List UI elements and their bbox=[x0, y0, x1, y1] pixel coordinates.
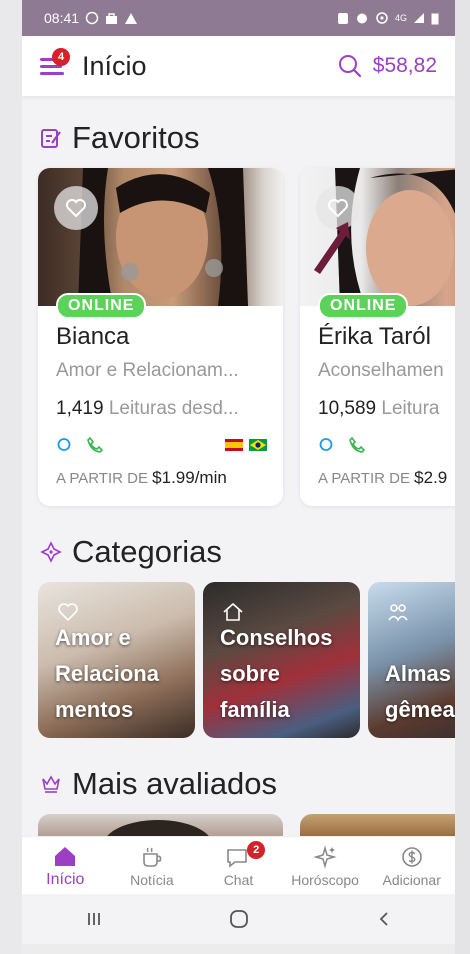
brazil-flag-icon bbox=[249, 439, 267, 451]
advisor-services bbox=[318, 436, 455, 454]
shopping-bag-icon bbox=[106, 12, 118, 24]
battery-icon bbox=[431, 13, 439, 24]
advisor-price: A PARTIR DE $1.99/min bbox=[56, 468, 227, 488]
menu-notification-badge: 4 bbox=[52, 48, 70, 66]
category-label-line: família bbox=[220, 697, 290, 722]
category-label-line: sobre bbox=[220, 661, 280, 686]
background-left bbox=[0, 0, 22, 954]
wallet-balance[interactable]: $58,82 bbox=[373, 54, 437, 78]
app-screen: 08:41 4G 4 Início $58,82 Favoritos ONLIN… bbox=[22, 0, 455, 944]
categories-title: Categorias bbox=[72, 534, 222, 569]
status-time: 08:41 bbox=[44, 10, 80, 26]
nav-label: Chat bbox=[223, 871, 254, 888]
advisor-services bbox=[56, 436, 267, 454]
advisor-price: A PARTIR DE $2.9 bbox=[318, 468, 447, 488]
heart-icon bbox=[66, 199, 86, 218]
advisor-name: Érika Taról bbox=[318, 323, 431, 350]
online-badge: ONLINE bbox=[56, 293, 147, 319]
nav-chat[interactable]: 2 Chat bbox=[195, 837, 282, 894]
back-chevron-icon[interactable] bbox=[376, 910, 392, 928]
category-label-line: Conselhos bbox=[220, 625, 333, 650]
price-prefix: A PARTIR DE bbox=[56, 470, 148, 487]
favorites-carousel[interactable]: ONLINE Bianca Amor e Relacionam... 1,419… bbox=[38, 168, 455, 508]
edit-note-icon bbox=[41, 129, 61, 148]
sparkles-icon bbox=[313, 844, 337, 869]
chat-bubble-icon bbox=[319, 438, 333, 451]
advisor-readings: 1,419 Leituras desd... bbox=[56, 398, 239, 420]
advisor-card[interactable]: ONLINE Bianca Amor e Relacionam... 1,419… bbox=[38, 168, 283, 506]
background-right bbox=[455, 0, 470, 954]
battery-saver-icon bbox=[337, 12, 348, 24]
nav-add-funds[interactable]: Adicionar bbox=[368, 837, 455, 894]
warning-icon bbox=[125, 12, 138, 24]
advisor-specialty: Amor e Relacionam... bbox=[56, 360, 239, 381]
recent-apps-icon[interactable] bbox=[85, 910, 103, 928]
search-icon[interactable] bbox=[337, 53, 363, 79]
category-label-line: Amor e bbox=[55, 625, 131, 650]
nav-news[interactable]: Notícia bbox=[109, 837, 196, 894]
crown-icon bbox=[42, 775, 60, 793]
nav-label: Notícia bbox=[130, 871, 174, 888]
page-title: Início bbox=[82, 50, 147, 81]
category-label-line: mentos bbox=[55, 697, 134, 722]
category-card[interactable]: Almas gêmea bbox=[368, 582, 455, 738]
categories-carousel[interactable]: Amor e Relaciona mentos Conselhos sobre … bbox=[38, 582, 455, 740]
readings-count: 1,419 bbox=[56, 398, 104, 419]
two-people-icon bbox=[388, 604, 408, 622]
heart-icon bbox=[328, 199, 348, 218]
home-icon bbox=[55, 846, 76, 866]
readings-text: Leitura bbox=[381, 398, 440, 419]
nav-label: Horóscopo bbox=[291, 871, 359, 888]
nav-label: Adicionar bbox=[382, 871, 441, 888]
price-value: $2.9 bbox=[414, 468, 448, 487]
favorites-heading: Favoritos bbox=[22, 120, 217, 156]
coffee-cup-icon bbox=[143, 847, 162, 867]
readings-text: Leituras desd... bbox=[108, 398, 239, 419]
pointer-arrow-icon bbox=[314, 222, 350, 274]
category-label-line: gêmea bbox=[385, 697, 455, 722]
advisor-photo bbox=[38, 168, 283, 306]
bottom-navigation: Início Notícia 2 Chat Horóscopo Adiciona… bbox=[22, 836, 455, 894]
hotspot-icon bbox=[376, 12, 388, 24]
chat-notification-badge: 2 bbox=[247, 841, 266, 859]
phone-icon bbox=[87, 436, 104, 453]
signal-icon bbox=[414, 13, 424, 23]
category-label-line: Relaciona bbox=[55, 661, 159, 686]
price-value: $1.99/min bbox=[152, 468, 227, 487]
phone-icon bbox=[349, 436, 366, 453]
price-prefix: A PARTIR DE bbox=[318, 470, 410, 487]
nav-label: Início bbox=[46, 870, 85, 888]
category-card[interactable]: Conselhos sobre família bbox=[203, 582, 360, 738]
whatsapp-icon bbox=[85, 11, 99, 25]
spain-flag-icon bbox=[225, 439, 243, 451]
favorites-title: Favoritos bbox=[72, 120, 200, 155]
home-circle-icon[interactable] bbox=[229, 909, 249, 929]
nav-home[interactable]: Início bbox=[22, 837, 109, 894]
advisor-specialty: Aconselhamen bbox=[318, 360, 444, 381]
network-label: 4G bbox=[394, 13, 407, 23]
favorite-heart-button[interactable] bbox=[54, 186, 98, 230]
dollar-circle-icon bbox=[401, 846, 422, 867]
categories-heading: Categorias bbox=[22, 534, 240, 570]
system-navigation-bar bbox=[22, 894, 455, 944]
category-label: Almas gêmea bbox=[385, 656, 455, 728]
top-app-bar: 4 Início $58,82 bbox=[22, 36, 455, 96]
category-label-line: Almas bbox=[385, 661, 452, 686]
alarm-icon bbox=[356, 13, 367, 24]
category-card[interactable]: Amor e Relaciona mentos bbox=[38, 582, 195, 738]
menu-button[interactable]: 4 bbox=[40, 48, 70, 76]
chat-bubble-icon bbox=[57, 438, 71, 451]
category-label: Conselhos sobre família bbox=[220, 620, 332, 728]
top-rated-heading: Mais avaliados bbox=[22, 766, 295, 802]
status-bar: 08:41 4G bbox=[22, 0, 455, 36]
category-label: Amor e Relaciona mentos bbox=[55, 620, 159, 728]
top-rated-title: Mais avaliados bbox=[72, 766, 278, 801]
menu-line-icon bbox=[40, 72, 64, 75]
online-badge: ONLINE bbox=[318, 293, 409, 319]
advisor-readings: 10,589 Leitura bbox=[318, 398, 440, 420]
nav-horoscope[interactable]: Horóscopo bbox=[282, 837, 369, 894]
readings-count: 10,589 bbox=[318, 398, 377, 419]
advisor-name: Bianca bbox=[56, 323, 130, 350]
sparkle-diamond-icon bbox=[40, 541, 62, 563]
